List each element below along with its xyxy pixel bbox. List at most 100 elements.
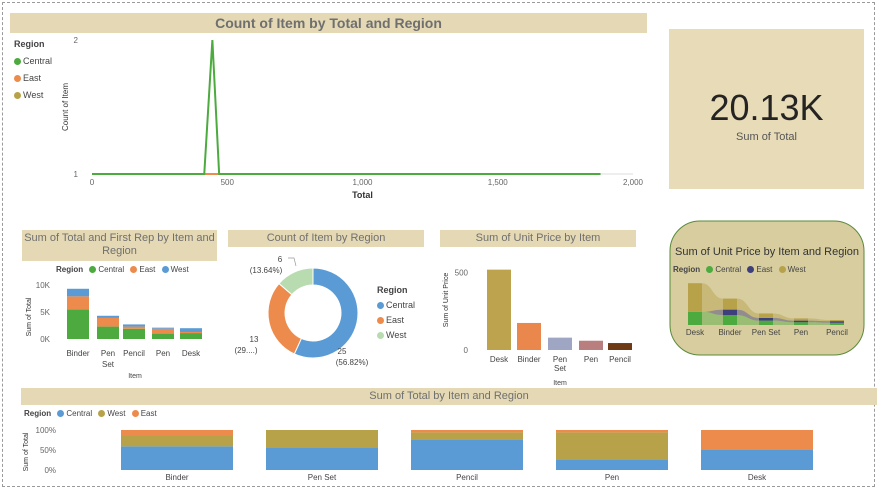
stack-xtick-label: Pen: [156, 349, 170, 358]
unit-xtick-label: Pen: [553, 355, 567, 364]
line-xtick-label: 0: [90, 178, 95, 187]
line-ytick-label: 1: [74, 170, 79, 179]
stack-legend-marker-west: [161, 266, 169, 274]
ribbon-legend-marker-west: [778, 266, 786, 274]
ribbon-xtick-label: Binder: [718, 328, 741, 337]
line-xaxis-label: Total: [352, 190, 373, 200]
hundred-legend-west: West: [107, 409, 126, 418]
ribbon-legend-east: East: [756, 265, 773, 274]
unit-xtick-label: Set: [554, 364, 567, 373]
line-xtick-label: 2,000: [623, 178, 644, 187]
stack-bar-segment: [152, 327, 174, 329]
stack-bar-segment: [123, 326, 145, 329]
stack-bar-segment: [180, 331, 202, 334]
stack-bar-segment: [152, 328, 174, 334]
donut-legend-central: Central: [386, 300, 416, 310]
hundred-legend-marker-east: [131, 410, 139, 418]
hundred-bar-segment: [411, 430, 523, 433]
hundred-bar-segment: [411, 439, 523, 470]
donut-legend: Region Central East West: [377, 283, 415, 343]
ribbon-segment: [794, 322, 808, 325]
line-xtick-label: 500: [221, 178, 235, 187]
donut-label-pct: (13.64%): [250, 266, 283, 275]
stack-bar-segment: [123, 328, 145, 339]
kpi-card: 20.13K Sum of Total: [669, 29, 864, 189]
donut-legend-marker-east: [377, 317, 384, 325]
ribbon-segment: [830, 322, 844, 325]
ribbon-segment: [723, 298, 737, 310]
line-series-central: [92, 39, 601, 175]
donut-slice-east: [267, 282, 303, 355]
ribbon-segment: [759, 313, 773, 318]
ribbon-segment: [794, 318, 808, 321]
hundred-xtick-label: Desk: [748, 473, 767, 482]
ribbon-xtick-label: Pen Set: [752, 328, 781, 337]
donut-label-count: 13: [250, 335, 259, 344]
stack-bar-segment: [152, 333, 174, 339]
stack-bar-segment: [123, 324, 145, 327]
hundred-ytick-label: 100%: [36, 426, 56, 435]
hundred-bar-segment: [556, 430, 668, 433]
stack-bar-segment: [67, 309, 89, 339]
unit-bar: [548, 337, 572, 350]
hundred-yaxis-label: Sum of Total: [23, 432, 30, 471]
unit-bar: [608, 343, 632, 350]
line-xtick-label: 1,500: [488, 178, 509, 187]
unit-yaxis-label: Sum of Unit Price: [443, 273, 450, 328]
hundred-bar-chart: Sum of Total 100% 50% 0% Binder Pen Set Pencil…: [23, 426, 813, 482]
hundred-bar-segment: [701, 430, 813, 450]
stack-ytick-label: 0K: [40, 335, 50, 344]
stack-bar-chart: Sum of Total10K 5K 0K Binder Pen Set Pencil Pen…: [26, 281, 202, 380]
line-xtick-label: 1,000: [352, 178, 373, 187]
hundred-xtick-label: Pen: [605, 473, 619, 482]
stack-legend-west: West: [170, 265, 189, 274]
hundred-bar-segment: [121, 446, 233, 470]
hundred-legend-marker-central: [57, 410, 65, 418]
ribbon-xtick-label: Pencil: [826, 328, 848, 337]
kpi-label: Sum of Total: [736, 131, 797, 143]
ribbon-segment: [830, 321, 844, 323]
donut-legend-west: West: [386, 330, 407, 340]
ribbon-xtick-label: Pen: [794, 328, 808, 337]
unit-xtick-label: Pencil: [609, 355, 631, 364]
hundred-bar-segment: [121, 430, 233, 436]
donut-legend-east: East: [386, 315, 405, 325]
stack-chart-title: Sum of Total and First Rep by Item and R…: [22, 230, 217, 261]
donut-label-pct: (29....): [234, 346, 257, 355]
unit-xtick-label: Desk: [490, 355, 509, 364]
ribbon-segment: [830, 320, 844, 322]
unit-xtick-label: Binder: [517, 355, 540, 364]
donut-leader-line: [288, 257, 297, 267]
hundred-legend: Region Central West East: [24, 409, 157, 418]
stack-legend-marker-east: [130, 266, 138, 274]
stack-ytick-label: 5K: [40, 308, 50, 317]
stack-bar-segment: [97, 317, 119, 327]
stack-legend-marker-central: [89, 266, 97, 274]
stack-legend-title: Region: [56, 265, 84, 274]
stack-xtick-label: Desk: [182, 349, 201, 358]
ribbon-legend-west: West: [787, 265, 806, 274]
unit-bar: [579, 340, 603, 350]
stack-xtick-label: Set: [102, 360, 115, 369]
donut-label-count: 6: [278, 255, 283, 264]
stack-xtick-label: Pen: [101, 349, 115, 358]
hundred-legend-title: Region: [24, 409, 52, 418]
unit-xaxis-label: Item: [553, 380, 567, 387]
stack-yaxis-label: Sum of Total: [26, 297, 33, 336]
hundred-xtick-label: Pencil: [456, 473, 478, 482]
hundred-legend-central: Central: [66, 409, 93, 418]
unit-bar: [517, 322, 541, 350]
hundred-chart-title: Sum of Total by Item and Region: [21, 388, 877, 405]
ribbon-legend-marker-east: [747, 266, 755, 274]
hundred-legend-marker-west: [98, 410, 106, 418]
ribbon-legend-marker-central: [706, 266, 714, 274]
hundred-ytick-label: 50%: [40, 446, 56, 455]
line-ytick-label: 2: [74, 36, 79, 45]
hundred-bar-segment: [556, 460, 668, 470]
hundred-bar-segment: [266, 448, 378, 470]
hundred-legend-east: East: [140, 409, 157, 418]
hundred-bar-segment: [411, 432, 523, 440]
unit-xtick-label: Pen: [584, 355, 598, 364]
hundred-bar-segment: [121, 436, 233, 447]
ribbon-segment: [759, 320, 773, 325]
